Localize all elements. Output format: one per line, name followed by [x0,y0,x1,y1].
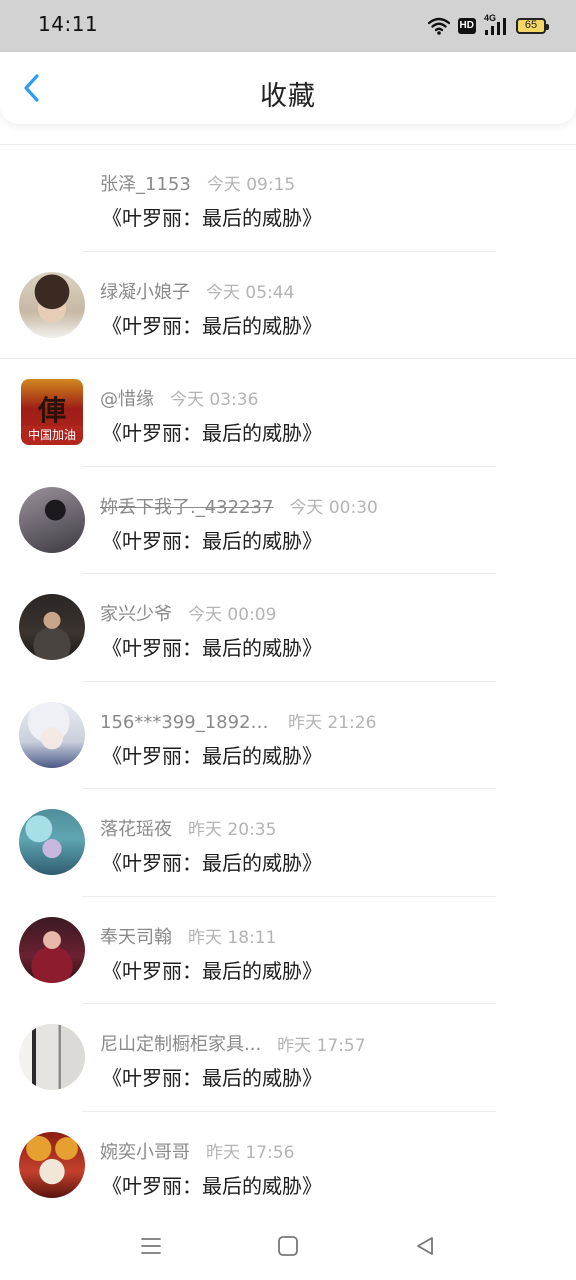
system-nav-bar [0,1214,576,1280]
list-item[interactable]: 婉奕小哥哥 昨天 17:56 《叶罗丽：最后的威胁》 [0,1112,576,1220]
list-item[interactable]: 奉天司翰 昨天 18:11 《叶罗丽：最后的威胁》 [0,897,576,1004]
item-meta: 尼山定制橱柜家具... 昨天 17:57 [100,1030,366,1056]
home-button[interactable] [272,1232,304,1264]
list-item[interactable]: 张泽_1153 今天 09:15 《叶罗丽：最后的威胁》 [0,144,576,252]
battery-icon: 65 [516,18,549,34]
list-item[interactable]: 尼山定制橱柜家具... 昨天 17:57 《叶罗丽：最后的威胁》 [0,1004,576,1112]
list-item[interactable]: 156***399_18922... 昨天 21:26 《叶罗丽：最后的威胁》 [0,682,576,789]
item-content[interactable]: 《叶罗丽：最后的威胁》 [102,525,322,554]
wifi-icon [427,17,450,35]
user-name[interactable]: 尼山定制橱柜家具... [100,1030,261,1056]
avatar[interactable] [19,594,85,660]
back-nav-button[interactable] [409,1232,441,1264]
item-meta: 绿凝小娘子 今天 05:44 [100,278,294,304]
list-item[interactable]: 绿凝小娘子 今天 05:44 《叶罗丽：最后的威胁》 [0,252,576,359]
list-item[interactable]: 落花瑶夜 昨天 20:35 《叶罗丽：最后的威胁》 [0,789,576,897]
user-name[interactable]: 绿凝小娘子 [100,278,190,304]
menu-icon [140,1235,162,1261]
item-time: 今天 00:30 [289,497,378,518]
item-content[interactable]: 《叶罗丽：最后的威胁》 [102,1170,322,1199]
item-content[interactable]: 《叶罗丽：最后的威胁》 [102,310,322,339]
avatar-glyph: 俥 [37,394,66,427]
list-item[interactable]: 妳丢下我了._432237 今天 00:30 《叶罗丽：最后的威胁》 [0,467,576,574]
user-name[interactable]: 家兴少爷 [100,600,172,626]
item-content[interactable]: 《叶罗丽：最后的威胁》 [102,1062,322,1091]
user-name[interactable]: 妳丢下我了._432237 [100,493,273,519]
item-content[interactable]: 《叶罗丽：最后的威胁》 [102,632,322,661]
status-icons: HD 4G 65 [427,13,549,38]
hd-badge: HD [457,18,476,34]
item-time: 昨天 17:57 [277,1036,366,1056]
avatar[interactable] [19,1131,85,1198]
page-header: 收藏 [0,52,576,124]
signal-icon: 4G [484,13,508,36]
status-time: 14:11 [38,12,99,36]
user-name[interactable]: 156***399_18922... [100,712,272,733]
avatar-caption: 中国加油 [21,426,83,443]
item-content[interactable]: 《叶罗丽：最后的威胁》 [102,417,322,446]
item-meta: 家兴少爷 今天 00:09 [100,600,276,626]
list-item[interactable]: 俥 中国加油 @惜缘 今天 03:36 《叶罗丽：最后的威胁》 [0,359,576,467]
item-meta: 奉天司翰 昨天 18:11 [100,923,276,949]
avatar[interactable] [19,916,85,983]
item-content[interactable]: 《叶罗丽：最后的威胁》 [102,955,322,984]
item-content[interactable]: 《叶罗丽：最后的威胁》 [102,847,322,876]
item-content[interactable]: 《叶罗丽：最后的威胁》 [102,740,322,769]
avatar[interactable]: 俥 中国加油 [21,379,83,445]
status-bar: 14:11 HD 4G 65 [0,0,576,52]
avatar[interactable] [19,1024,85,1090]
item-meta: 落花瑶夜 昨天 20:35 [100,815,276,841]
item-time: 昨天 18:11 [188,927,277,948]
user-name[interactable]: 婉奕小哥哥 [100,1138,190,1164]
menu-button[interactable] [135,1232,167,1264]
back-triangle-icon [414,1235,436,1261]
item-meta: 妳丢下我了._432237 今天 00:30 [100,493,378,519]
user-name[interactable]: @惜缘 [100,385,154,411]
page-title: 收藏 [260,81,316,112]
item-time: 今天 09:15 [206,175,296,195]
avatar[interactable] [19,809,85,875]
item-meta: @惜缘 今天 03:36 [100,385,258,411]
avatar[interactable] [19,701,85,768]
item-meta: 婉奕小哥哥 昨天 17:56 [100,1138,294,1164]
avatar[interactable] [19,486,85,553]
item-time: 昨天 21:26 [288,712,377,733]
battery-level: 65 [524,19,538,31]
user-name[interactable]: 奉天司翰 [100,923,172,949]
item-content[interactable]: 《叶罗丽：最后的威胁》 [102,202,322,231]
item-time: 今天 00:09 [188,605,277,625]
item-time: 昨天 20:35 [188,820,277,840]
favorites-list: 张泽_1153 今天 09:15 《叶罗丽：最后的威胁》 绿凝小娘子 今天 05:4… [0,144,576,1219]
item-meta: 156***399_18922... 昨天 21:26 [100,708,376,733]
item-time: 今天 05:44 [206,282,295,303]
user-name[interactable]: 落花瑶夜 [100,815,172,841]
item-meta: 张泽_1153 今天 09:15 [100,170,295,196]
user-name[interactable]: 张泽_1153 [100,170,191,196]
list-item[interactable]: 家兴少爷 今天 00:09 《叶罗丽：最后的威胁》 [0,574,576,682]
home-square-icon [277,1235,299,1261]
item-time: 昨天 17:56 [206,1142,295,1163]
item-time: 今天 03:36 [170,390,259,410]
avatar[interactable] [19,271,85,338]
